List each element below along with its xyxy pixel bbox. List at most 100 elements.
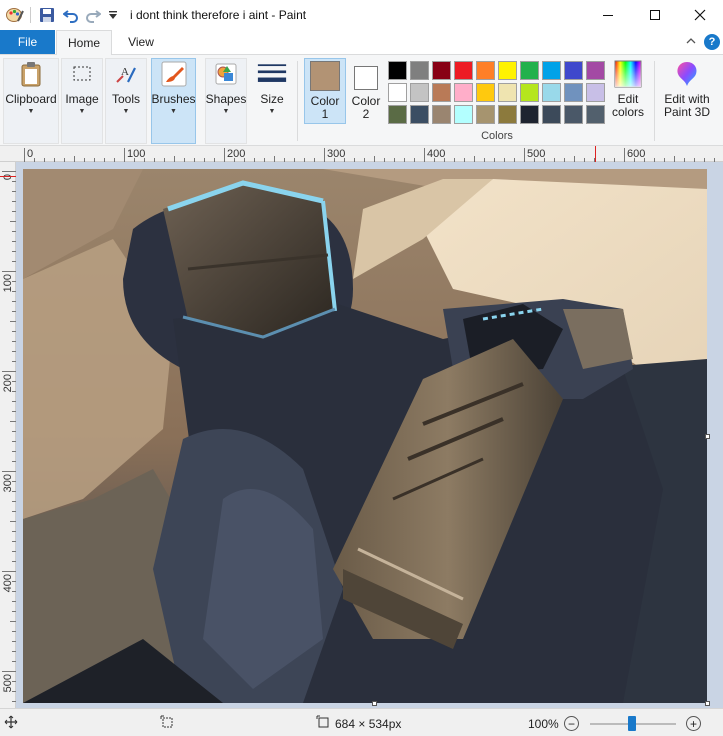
ruler-label: 100 [2, 274, 14, 292]
palette-swatch[interactable] [564, 83, 583, 102]
palette-swatch[interactable] [432, 83, 451, 102]
resize-handle-bottom[interactable] [372, 701, 377, 706]
image-button[interactable]: Image ▼ [62, 59, 102, 115]
horizontal-ruler-ticks: 0 100 200 300 400 500 600 [24, 146, 715, 162]
color2-swatch [354, 66, 378, 90]
palette-swatch[interactable] [586, 105, 605, 124]
palette-swatch[interactable] [520, 83, 539, 102]
tools-button[interactable]: A Tools ▼ [106, 59, 146, 115]
ribbon-home: Clipboard ▼ Image ▼ A Tools ▼ Brushes ▼ [0, 54, 723, 146]
shapes-label: Shapes [205, 92, 247, 106]
drawing-canvas[interactable] [23, 169, 707, 703]
window-title: i dont think therefore i aint - Paint [130, 8, 307, 22]
title-bar: i dont think therefore i aint - Paint [0, 0, 723, 30]
tab-home[interactable]: Home [56, 30, 112, 55]
chevron-down-icon: ▼ [222, 108, 230, 115]
zoom-out-button[interactable]: − [564, 716, 579, 731]
color1-button[interactable]: Color 1 [304, 59, 346, 121]
select-icon [67, 59, 97, 89]
ribbon-separator [654, 61, 655, 141]
palette-swatch[interactable] [388, 83, 407, 102]
palette-swatch[interactable] [498, 61, 517, 80]
resize-handle-right[interactable] [705, 434, 710, 439]
painted-artwork-knight [23, 169, 707, 703]
image-size-icon [316, 715, 330, 732]
palette-swatch[interactable] [520, 105, 539, 124]
resize-handle-corner[interactable] [705, 701, 710, 706]
ruler-label: 300 [327, 148, 345, 160]
clipboard-button[interactable]: Clipboard ▼ [4, 59, 58, 115]
palette-swatch[interactable] [520, 61, 539, 80]
ribbon-separator [297, 61, 298, 141]
ruler-label: 500 [527, 148, 545, 160]
vertical-ruler-ticks: 0 100 200 300 400 500 [0, 171, 16, 712]
maximize-button[interactable] [632, 0, 678, 30]
palette-swatch[interactable] [388, 105, 407, 124]
palette-swatch[interactable] [586, 61, 605, 80]
size-button[interactable]: Size ▼ [252, 59, 292, 115]
zoom-slider-thumb[interactable] [628, 716, 636, 731]
palette-swatch[interactable] [476, 61, 495, 80]
palette-swatch[interactable] [454, 83, 473, 102]
palette-swatch[interactable] [564, 105, 583, 124]
tools-label: Tools [111, 92, 140, 106]
palette-swatch[interactable] [476, 105, 495, 124]
ribbon-tabs: File Home View ? [0, 30, 723, 55]
color2-label-line2: 2 [362, 107, 370, 121]
paint3d-icon [672, 59, 702, 89]
qa-separator [30, 7, 31, 23]
palette-swatch[interactable] [498, 105, 517, 124]
palette-swatch[interactable] [432, 105, 451, 124]
color1-swatch [310, 61, 340, 91]
close-button[interactable] [677, 0, 723, 30]
palette-swatch[interactable] [542, 105, 561, 124]
image-label: Image [65, 92, 99, 106]
palette-swatch[interactable] [564, 61, 583, 80]
customize-quick-access-icon[interactable] [104, 6, 122, 24]
palette-swatch[interactable] [454, 105, 473, 124]
chevron-down-icon: ▼ [170, 108, 177, 115]
color-palette [388, 61, 605, 124]
color2-button[interactable]: Color 2 [348, 59, 384, 121]
cursor-position-icon [4, 715, 18, 732]
palette-swatch[interactable] [388, 61, 407, 80]
minimize-button[interactable] [585, 0, 631, 30]
chevron-down-icon: ▼ [122, 108, 130, 115]
edit-colors-button[interactable]: Edit colors [608, 59, 648, 119]
shapes-icon [211, 59, 241, 89]
tab-view[interactable]: View [118, 30, 164, 54]
palette-swatch[interactable] [410, 83, 429, 102]
size-label: Size [260, 92, 284, 106]
paint-app-icon[interactable] [6, 6, 24, 24]
collapse-ribbon-icon[interactable] [684, 34, 698, 48]
help-icon[interactable]: ? [704, 34, 720, 50]
redo-icon[interactable] [84, 6, 102, 24]
brushes-button[interactable]: Brushes ▼ [151, 59, 196, 115]
palette-swatch[interactable] [454, 61, 473, 80]
palette-swatch[interactable] [498, 83, 517, 102]
vertical-ruler: 0 100 200 300 400 500 [0, 162, 16, 712]
line-width-icon [257, 59, 287, 89]
edit-with-paint3d-button[interactable]: Edit with Paint 3D [660, 59, 714, 119]
ruler-label: 200 [2, 374, 14, 392]
palette-swatch[interactable] [410, 61, 429, 80]
ruler-label: 600 [627, 148, 645, 160]
ruler-label: 200 [227, 148, 245, 160]
palette-swatch[interactable] [432, 61, 451, 80]
undo-icon[interactable] [62, 6, 80, 24]
chevron-down-icon: ▼ [268, 108, 276, 115]
tab-file[interactable]: File [0, 30, 55, 54]
status-bar: 684 × 534px 100% − + [0, 708, 723, 736]
save-icon[interactable] [38, 6, 56, 24]
brush-icon [159, 59, 189, 89]
canvas-workspace[interactable] [16, 162, 723, 708]
palette-swatch[interactable] [542, 61, 561, 80]
palette-swatch[interactable] [476, 83, 495, 102]
palette-swatch[interactable] [542, 83, 561, 102]
ruler-label: 500 [2, 674, 14, 692]
palette-swatch[interactable] [586, 83, 605, 102]
zoom-in-button[interactable]: + [686, 716, 701, 731]
palette-swatch[interactable] [410, 105, 429, 124]
shapes-button[interactable]: Shapes ▼ [205, 59, 247, 115]
paint3d-line2: Paint 3D [663, 105, 711, 119]
